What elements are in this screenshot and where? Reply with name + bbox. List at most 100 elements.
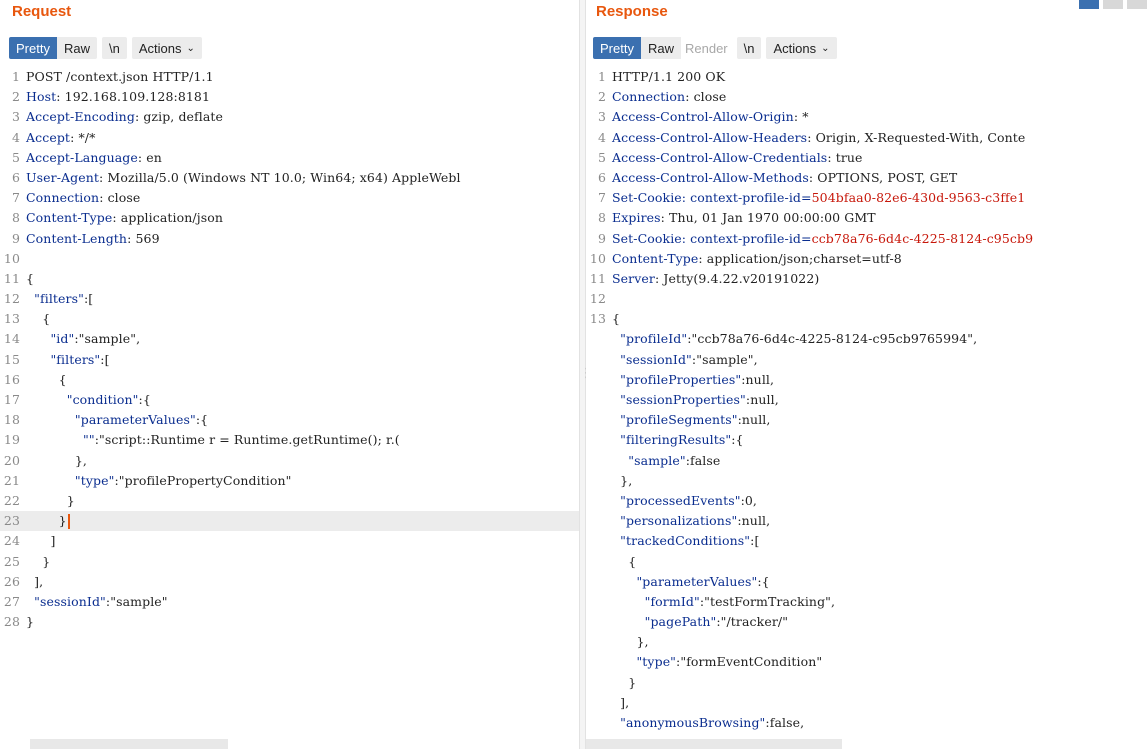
code-key-token: "parameterValues" — [74, 412, 196, 428]
code-text-token: : gzip, deflate — [134, 109, 224, 125]
request-code-line[interactable]: 25 } — [0, 552, 579, 572]
code-key-token: "profileSegments" — [620, 412, 738, 428]
response-code-line[interactable]: "sample":false — [586, 451, 1147, 471]
request-code-line[interactable]: 7 Connection: close — [0, 188, 579, 208]
response-code-line[interactable]: "personalizations":null, — [586, 511, 1147, 531]
request-code-line[interactable]: 2 Host: 192.168.109.128:8181 — [0, 87, 579, 107]
line-number: 16 — [3, 371, 20, 387]
response-code-line[interactable]: }, — [586, 632, 1147, 652]
response-code-line[interactable]: "filteringResults":{ — [586, 430, 1147, 450]
code-key-token: Host — [26, 89, 57, 105]
response-code-line[interactable]: "formId":"testFormTracking", — [586, 592, 1147, 612]
request-horizontal-scrollbar[interactable] — [30, 739, 228, 749]
request-code-line[interactable]: 15 "filters":[ — [0, 350, 579, 370]
response-code-line[interactable]: 13 { — [586, 309, 1147, 329]
response-code-line[interactable]: ], — [586, 693, 1147, 713]
response-actions-button[interactable]: Actions ⌄ — [766, 37, 837, 59]
response-code-line[interactable]: 11 Server: Jetty(9.4.22.v20191022) — [586, 269, 1147, 289]
response-code-line[interactable]: "profileId":"ccb78a76-6d4c-4225-8124-c95… — [586, 329, 1147, 349]
line-number: 28 — [3, 614, 20, 630]
request-code-line[interactable]: 12 "filters":[ — [0, 289, 579, 309]
response-code-line[interactable]: 9 Set-Cookie: context-profile-id=ccb78a76… — [586, 229, 1147, 249]
response-code-line[interactable]: 3 Access-Control-Allow-Origin: * — [586, 107, 1147, 127]
response-code-line[interactable]: 4 Access-Control-Allow-Headers: Origin, X… — [586, 128, 1147, 148]
code-key-token: "anonymousBrowsing" — [620, 715, 766, 730]
response-code-line[interactable]: 6 Access-Control-Allow-Methods: OPTIONS, … — [586, 168, 1147, 188]
line-number: 3 — [597, 109, 606, 125]
response-code-line[interactable]: 7 Set-Cookie: context-profile-id=504bfaa0… — [586, 188, 1147, 208]
layout-vertical-icon[interactable] — [1103, 0, 1123, 9]
response-horizontal-scrollbar[interactable] — [586, 739, 842, 749]
response-pretty-button[interactable]: Pretty — [593, 37, 641, 59]
request-actions-button[interactable]: Actions ⌄ — [131, 37, 202, 59]
request-code-line[interactable]: 14 "id":"sample", — [0, 329, 579, 349]
response-code-line[interactable]: { — [586, 552, 1147, 572]
request-code-line[interactable]: 22 } — [0, 491, 579, 511]
response-code-line[interactable]: "profileProperties":null, — [586, 370, 1147, 390]
request-code-line[interactable]: 27 "sessionId":"sample" — [0, 592, 579, 612]
request-editor[interactable]: 1 POST /context.json HTTP/1.1 2 Host: 192.1… — [0, 67, 579, 737]
response-code-line[interactable]: "type":"formEventCondition" — [586, 652, 1147, 672]
request-code-line[interactable]: 20 }, — [0, 451, 579, 471]
request-code-line[interactable]: 11 { — [0, 269, 579, 289]
response-code-line[interactable]: 2 Connection: close — [586, 87, 1147, 107]
request-code-line[interactable]: 18 "parameterValues":{ — [0, 410, 579, 430]
request-code-line[interactable]: 8 Content-Type: application/json — [0, 208, 579, 228]
response-code-line[interactable]: "processedEvents":0, — [586, 491, 1147, 511]
request-code-line[interactable]: 26 ], — [0, 572, 579, 592]
request-code-line[interactable]: 16 { — [0, 370, 579, 390]
response-code-line[interactable]: "pagePath":"/tracker/" — [586, 612, 1147, 632]
response-code-line[interactable]: 5 Access-Control-Allow-Credentials: true — [586, 148, 1147, 168]
code-text-token: HTTP/1.1 200 OK — [612, 69, 726, 84]
request-code-line[interactable]: 3 Accept-Encoding: gzip, deflate — [0, 107, 579, 127]
request-code-line[interactable]: 24 ] — [0, 531, 579, 551]
code-text-token: ], — [612, 694, 630, 710]
request-code-line[interactable]: 5 Accept-Language: en — [0, 148, 579, 168]
request-code-line[interactable]: 1 POST /context.json HTTP/1.1 — [0, 67, 579, 87]
layout-tabs-icon[interactable] — [1127, 0, 1147, 9]
response-code-line[interactable]: "trackedConditions":[ — [586, 531, 1147, 551]
response-code-line[interactable]: 12 — [586, 289, 1147, 309]
layout-side-by-side-icon[interactable] — [1079, 0, 1099, 9]
request-code-line[interactable]: 19 "":"script::Runtime r = Runtime.getRu… — [0, 430, 579, 450]
request-raw-button[interactable]: Raw — [56, 37, 97, 59]
request-newline-toggle[interactable]: \n — [101, 37, 127, 59]
request-pretty-button[interactable]: Pretty — [9, 37, 57, 59]
response-editor[interactable]: 1 HTTP/1.1 200 OK 2 Connection: close 3 Acces… — [586, 67, 1147, 737]
code-text-token: :"sample", — [691, 351, 758, 367]
response-code-line[interactable]: "profileSegments":null, — [586, 410, 1147, 430]
request-code-line[interactable]: 4 Accept: */* — [0, 128, 579, 148]
request-code-line[interactable]: 21 "type":"profilePropertyCondition" — [0, 471, 579, 491]
response-code-line[interactable]: "sessionProperties":null, — [586, 390, 1147, 410]
request-code-line[interactable]: 6 User-Agent: Mozilla/5.0 (Windows NT 10.… — [0, 168, 579, 188]
request-code-line[interactable]: 28} — [0, 612, 579, 632]
request-code-line[interactable]: 17 "condition":{ — [0, 390, 579, 410]
line-number: 10 — [3, 250, 20, 266]
response-code-line[interactable]: 8 Expires: Thu, 01 Jan 1970 00:00:00 GMT — [586, 208, 1147, 228]
response-code-line[interactable]: "consents":{ — [586, 733, 1147, 737]
code-text-token: :[ — [100, 351, 110, 367]
response-code-line[interactable]: "parameterValues":{ — [586, 572, 1147, 592]
response-raw-button[interactable]: Raw — [640, 37, 681, 59]
code-text-token: : en — [137, 149, 162, 165]
request-code-line[interactable]: 10 — [0, 249, 579, 269]
response-code-line[interactable]: "anonymousBrowsing":false, — [586, 713, 1147, 733]
request-code-line[interactable]: 23 } — [0, 511, 579, 532]
response-newline-toggle[interactable]: \n — [736, 37, 762, 59]
response-code-line[interactable]: "sessionId":"sample", — [586, 350, 1147, 370]
line-number: 9 — [597, 230, 606, 246]
response-code-line[interactable]: 1 HTTP/1.1 200 OK — [586, 67, 1147, 87]
response-render-button[interactable]: Render — [681, 37, 732, 59]
response-code-line[interactable]: 10 Content-Type: application/json;charset… — [586, 249, 1147, 269]
request-code-line[interactable]: 13 { — [0, 309, 579, 329]
code-key-token: : context-profile-id= — [681, 230, 812, 246]
code-value-token: 504bfaa0-82e6-430d-9563-c3ffe1 — [811, 190, 1026, 206]
response-code-line[interactable]: }, — [586, 471, 1147, 491]
request-code-line[interactable]: 9 Content-Length: 569 — [0, 229, 579, 249]
response-code-line[interactable]: } — [586, 673, 1147, 693]
